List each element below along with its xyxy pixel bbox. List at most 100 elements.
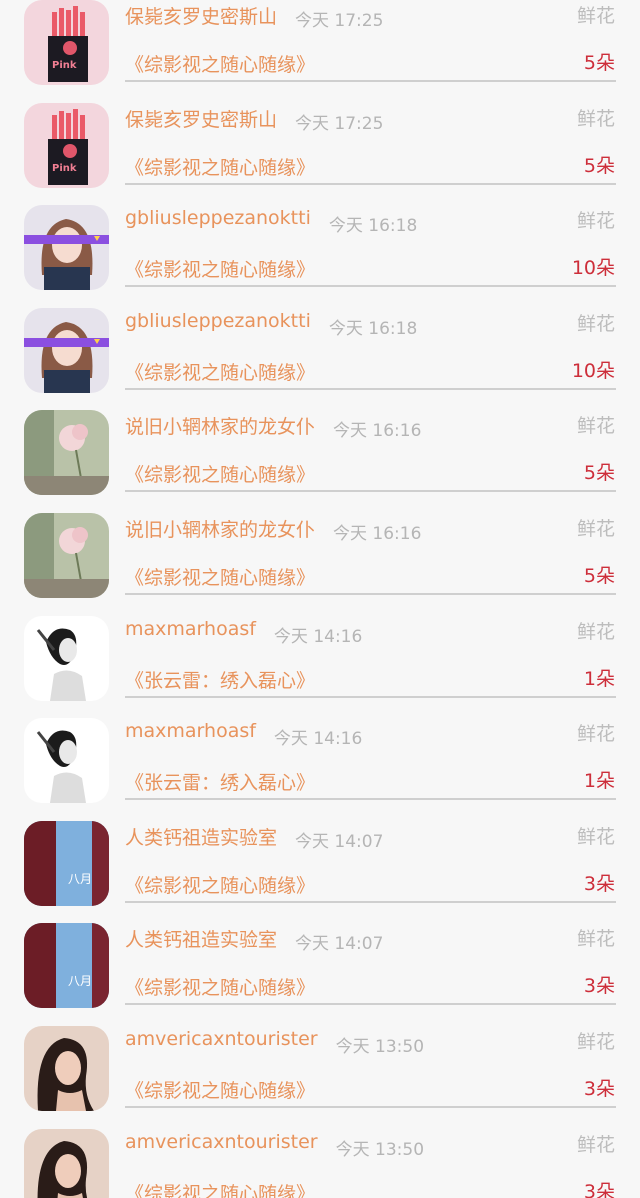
gift-record-list[interactable]: Pink 保毙亥罗史密斯山 今天 17:25 鲜花 《综影视之随心随缘》 5朵 Pink 保毙…	[0, 0, 640, 1198]
timestamp: 今天 16:16	[333, 421, 422, 442]
cigarette-avatar[interactable]: Pink	[24, 0, 109, 85]
flower-avatar[interactable]	[24, 513, 109, 598]
timestamp: 今天 14:07	[295, 831, 384, 852]
gift-type-label: 鲜花	[576, 107, 615, 130]
timestamp: 今天 14:16	[273, 729, 363, 750]
svg-text:Pink: Pink	[52, 163, 77, 174]
row-divider	[125, 900, 616, 903]
gift-record-row[interactable]: Pink 保毙亥罗史密斯山 今天 17:25 鲜花《综影视之随心随缘》 5朵	[0, 91, 640, 194]
timestamp: 今天 16:18	[328, 216, 418, 237]
girl-avatar[interactable]	[24, 205, 109, 291]
book-title-link[interactable]: 《综影视之随心随缘》	[125, 255, 315, 282]
book-title-link[interactable]: 《综影视之随心随缘》	[125, 153, 315, 180]
user-name[interactable]: maxmarhoasf	[125, 618, 256, 640]
gift-type-label: 鲜花	[576, 928, 615, 951]
gift-amount: 3朵	[583, 872, 615, 895]
book-title-link[interactable]: 《综影视之随心随缘》	[125, 50, 315, 77]
row-divider	[125, 80, 616, 82]
user-name[interactable]: 说旧小辋林家的龙女仆	[125, 515, 315, 542]
row-divider	[125, 182, 616, 185]
timestamp: 今天 13:50	[335, 1037, 425, 1057]
gift-record-row[interactable]: gbliusleppezanoktti 今天 16:18 鲜花《综影视之随心随缘》 1…	[0, 193, 640, 296]
user-name[interactable]: maxmarhoasf	[125, 720, 256, 742]
bw-portrait-avatar[interactable]	[24, 615, 109, 701]
gift-record-row[interactable]: maxmarhoasf 今天 14:16 鲜花《张云雷：绣入磊心》 1朵	[0, 706, 640, 809]
book-title-link[interactable]: 《综影视之随心随缘》	[125, 1179, 315, 1198]
gift-record-row[interactable]: gbliusleppezanoktti 今天 16:18 鲜花《综影视之随心随缘》 1…	[0, 296, 640, 399]
bw-portrait-avatar[interactable]	[24, 718, 109, 804]
book-title-link[interactable]: 《综影视之随心随缘》	[125, 1076, 315, 1103]
gift-amount: 5朵	[583, 565, 615, 587]
row-divider	[125, 1106, 616, 1108]
gift-type-label: 鲜花	[576, 210, 615, 233]
gift-type-label: 鲜花	[576, 1133, 615, 1156]
sky-avatar[interactable]: 八月	[24, 820, 109, 906]
gift-record-row[interactable]: 八月 人类钙祖造实验室 今天 14:07 鲜花《综影视之随心随缘》 3朵	[0, 809, 640, 912]
gift-amount: 3朵	[583, 1180, 615, 1198]
book-title-link[interactable]: 《综影视之随心随缘》	[125, 563, 315, 590]
row-divider	[125, 387, 616, 390]
row-divider	[125, 593, 616, 595]
gift-amount: 5朵	[583, 154, 615, 177]
gift-record-row[interactable]: maxmarhoasf 今天 14:16 鲜花《张云雷：绣入磊心》 1朵	[0, 604, 640, 707]
gift-amount: 10朵	[571, 359, 615, 382]
gift-amount: 5朵	[583, 52, 615, 74]
svg-text:Pink: Pink	[52, 60, 77, 71]
gift-type-label: 鲜花	[576, 415, 615, 438]
gift-record-row[interactable]: 八月 人类钙祖造实验室 今天 14:07 鲜花《综影视之随心随缘》 3朵	[0, 911, 640, 1014]
book-title-link[interactable]: 《综影视之随心随缘》	[125, 973, 315, 1000]
user-name[interactable]: 说旧小辋林家的龙女仆	[125, 412, 315, 439]
timestamp: 今天 14:16	[273, 626, 363, 647]
gift-record-row[interactable]: 说旧小辋林家的龙女仆 今天 16:16 鲜花《综影视之随心随缘》 5朵	[0, 398, 640, 501]
gift-record-row[interactable]: 说旧小辋林家的龙女仆 今天 16:16 鲜花《综影视之随心随缘》 5朵	[0, 501, 640, 604]
gift-type-label: 鲜花	[576, 723, 615, 746]
user-name[interactable]: 人类钙祖造实验室	[125, 823, 277, 850]
gift-type-label: 鲜花	[576, 620, 615, 643]
gift-type-label: 鲜花	[576, 1031, 615, 1053]
cigarette-avatar[interactable]: Pink	[24, 102, 109, 188]
user-name[interactable]: amvericaxntourister	[125, 1131, 318, 1153]
user-name[interactable]: amvericaxntourister	[125, 1028, 318, 1050]
user-name[interactable]: 人类钙祖造实验室	[125, 925, 277, 952]
user-name[interactable]: 保毙亥罗史密斯山	[125, 2, 277, 29]
gift-amount: 10朵	[571, 257, 615, 280]
timestamp: 今天 13:50	[335, 1139, 425, 1160]
user-name[interactable]: gbliusleppezanoktti	[125, 310, 311, 332]
row-divider	[125, 1003, 616, 1006]
svg-text:八月: 八月	[68, 872, 92, 886]
gift-amount: 3朵	[583, 1078, 615, 1100]
gift-record-row[interactable]: amvericaxntourister 今天 13:50 鲜花《综影视之随心随缘》 3…	[0, 1117, 640, 1198]
gift-type-label: 鲜花	[576, 518, 615, 540]
book-title-link[interactable]: 《综影视之随心随缘》	[125, 460, 315, 487]
user-name[interactable]: gbliusleppezanoktti	[125, 207, 311, 229]
book-title-link[interactable]: 《综影视之随心随缘》	[125, 358, 315, 385]
row-divider	[125, 695, 616, 698]
user-name[interactable]: 保毙亥罗史密斯山	[125, 105, 277, 132]
gift-amount: 1朵	[583, 667, 615, 690]
gift-type-label: 鲜花	[576, 312, 615, 335]
timestamp: 今天 17:25	[295, 11, 384, 31]
book-title-link[interactable]: 《综影视之随心随缘》	[125, 871, 315, 898]
flower-avatar[interactable]	[24, 410, 109, 496]
girl-avatar[interactable]	[24, 307, 109, 393]
gift-amount: 5朵	[583, 462, 615, 485]
book-title-link[interactable]: 《张云雷：绣入磊心》	[125, 666, 315, 693]
timestamp: 今天 14:07	[295, 934, 384, 955]
gift-type-label: 鲜花	[576, 825, 615, 848]
sky-avatar[interactable]: 八月	[24, 923, 109, 1009]
timestamp: 今天 16:18	[328, 318, 418, 339]
gift-record-row[interactable]: amvericaxntourister 今天 13:50 鲜花《综影视之随心随缘》 3…	[0, 1014, 640, 1117]
svg-text:八月: 八月	[68, 974, 92, 988]
timestamp: 今天 17:25	[295, 113, 384, 134]
timestamp: 今天 16:16	[333, 524, 422, 544]
woman-portrait-avatar[interactable]	[24, 1026, 109, 1111]
woman-portrait-avatar[interactable]	[24, 1128, 109, 1198]
row-divider	[125, 490, 616, 493]
gift-record-row[interactable]: Pink 保毙亥罗史密斯山 今天 17:25 鲜花《综影视之随心随缘》 5朵	[0, 0, 640, 91]
book-title-link[interactable]: 《张云雷：绣入磊心》	[125, 768, 315, 795]
row-divider	[125, 285, 616, 288]
gift-type-label: 鲜花	[576, 5, 615, 27]
gift-amount: 1朵	[583, 770, 615, 793]
row-divider	[125, 798, 616, 801]
gift-amount: 3朵	[583, 975, 615, 998]
